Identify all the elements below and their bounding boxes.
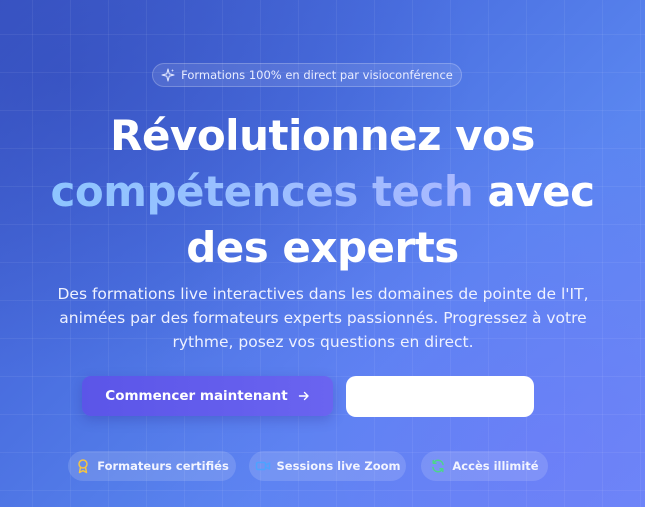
feature-label: Formateurs certifiés	[97, 459, 229, 473]
headline-line1: Révolutionnez vos	[110, 111, 535, 160]
feature-live-zoom: Sessions live Zoom	[249, 451, 406, 481]
hero-subtitle: Des formations live interactives dans le…	[57, 285, 589, 351]
headline-line3: des experts	[186, 223, 459, 272]
secondary-button[interactable]	[346, 376, 534, 417]
start-now-button[interactable]: Commencer maintenant	[82, 376, 333, 416]
live-badge: Formations 100% en direct par visioconfé…	[152, 63, 462, 87]
refresh-icon	[430, 458, 446, 474]
feature-unlimited-access: Accès illimité	[421, 451, 548, 481]
start-now-label: Commencer maintenant	[105, 388, 288, 404]
feature-label: Accès illimité	[452, 459, 539, 473]
video-icon	[255, 458, 271, 474]
arrow-right-icon	[298, 390, 310, 402]
features-list: Formateurs certifiés Sessions live Zoom	[0, 451, 645, 481]
sparkles-icon	[161, 68, 175, 82]
headline-line2-rest: avec	[473, 167, 595, 216]
hero-headline: Révolutionnez vos compétences tech avec …	[0, 108, 645, 276]
award-icon	[75, 458, 91, 474]
badge-text: Formations 100% en direct par visioconfé…	[181, 68, 453, 82]
headline-highlight: compétences tech	[50, 167, 474, 216]
feature-label: Sessions live Zoom	[276, 459, 401, 473]
feature-certified-trainers: Formateurs certifiés	[68, 451, 236, 481]
